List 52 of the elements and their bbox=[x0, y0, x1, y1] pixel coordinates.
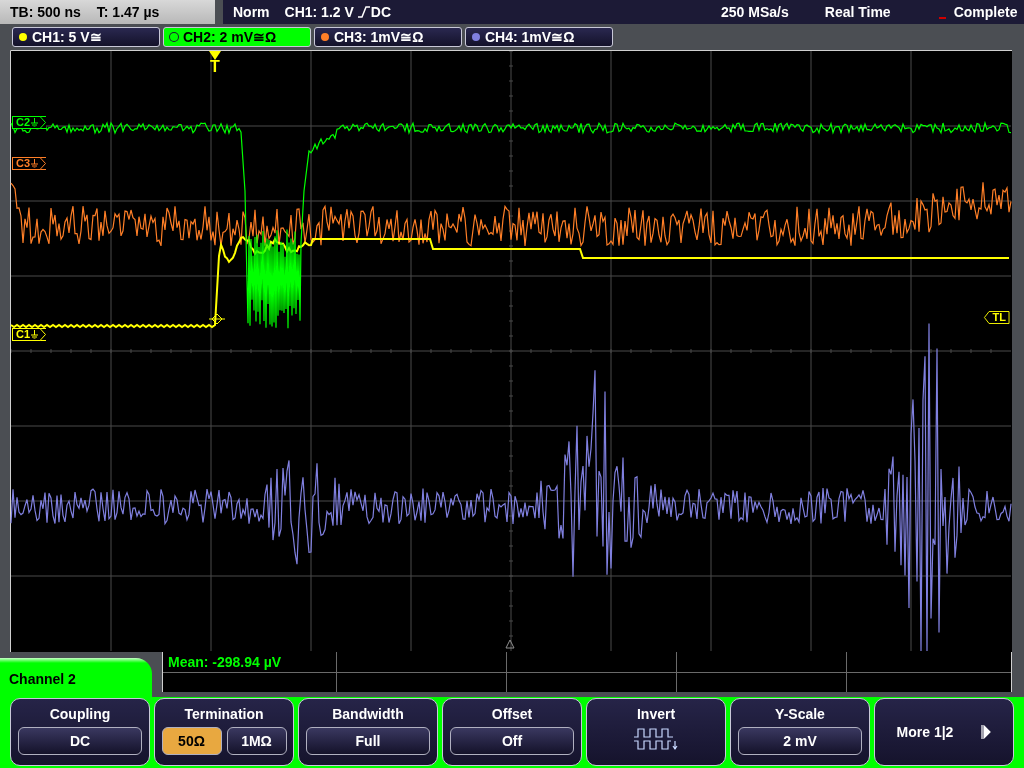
position-marker-icon bbox=[505, 639, 515, 649]
trigger-marker: T bbox=[210, 60, 220, 74]
caret-right-icon bbox=[981, 725, 992, 739]
softkey[interactable]: Y-Scale 2 mV bbox=[730, 698, 870, 766]
acquisition-mode: Real Time bbox=[824, 4, 891, 20]
channel-marker[interactable]: C1 bbox=[12, 328, 47, 341]
softkey-label: Invert bbox=[636, 705, 676, 723]
trigger-mode: Norm bbox=[233, 4, 270, 20]
marker-label: TL bbox=[992, 311, 1006, 323]
marker-label: C2 bbox=[16, 117, 31, 128]
ground-icon bbox=[31, 118, 39, 127]
softkey-label: Y-Scale bbox=[775, 705, 825, 723]
ground-icon bbox=[31, 330, 39, 339]
trigger-time: T: 1.47 µs bbox=[96, 4, 160, 20]
marker-pointer-icon bbox=[39, 157, 47, 170]
channel-marker[interactable]: C2 bbox=[12, 116, 47, 129]
marker-pointer-icon bbox=[39, 116, 47, 129]
softkey-label: Termination bbox=[184, 705, 264, 723]
value-button[interactable]: Off bbox=[450, 727, 574, 755]
inverted-wave-icon bbox=[633, 727, 679, 751]
channel-tab[interactable]: CH1: 5 V≅ bbox=[12, 27, 160, 47]
softkey[interactable]: Invert bbox=[586, 698, 726, 766]
trigger-level: CH1: 1.2 V bbox=[284, 4, 354, 20]
option-button[interactable]: 1MΩ bbox=[226, 727, 287, 755]
value-button[interactable]: DC bbox=[18, 727, 142, 755]
softkey[interactable]: Termination 50Ω 1MΩ bbox=[154, 698, 294, 766]
softkey-label: Coupling bbox=[49, 705, 111, 723]
channel-marker[interactable]: C3 bbox=[12, 157, 47, 170]
softkey[interactable]: Offset Off bbox=[442, 698, 582, 766]
softkey-label: Bandwidth bbox=[332, 705, 404, 723]
softkey-label: Offset bbox=[491, 705, 533, 723]
timebase-scale: TB: 500 ns bbox=[10, 4, 81, 20]
marker-pointer-icon bbox=[39, 328, 47, 341]
marker-label: C1 bbox=[16, 329, 31, 340]
softkey[interactable]: Bandwidth Full bbox=[298, 698, 438, 766]
channel-tab[interactable]: CH4: 1mV≅Ω bbox=[465, 27, 613, 47]
value-button[interactable]: Full bbox=[306, 727, 430, 755]
channel-tab[interactable]: CH3: 1mV≅Ω bbox=[314, 27, 462, 47]
softkey[interactable]: Coupling DC bbox=[10, 698, 150, 766]
marker-label: C3 bbox=[16, 158, 31, 169]
ground-icon bbox=[31, 159, 39, 168]
channel-tab[interactable]: CH2: 2 mV≅Ω bbox=[163, 27, 311, 47]
rising-edge-icon bbox=[356, 6, 371, 18]
option-button[interactable]: 50Ω bbox=[161, 727, 222, 755]
menu-title: Channel 2 bbox=[9, 671, 76, 687]
sample-rate: 250 MSa/s bbox=[721, 4, 789, 20]
status-indicator-icon bbox=[938, 17, 946, 19]
acquisition-state: Complete bbox=[953, 4, 1018, 20]
trigger-point-icon bbox=[208, 313, 226, 325]
more-button[interactable]: More 1|2 bbox=[874, 698, 1014, 766]
trigger-coupling: DC bbox=[370, 4, 392, 20]
value-button[interactable]: 2 mV bbox=[738, 727, 862, 755]
